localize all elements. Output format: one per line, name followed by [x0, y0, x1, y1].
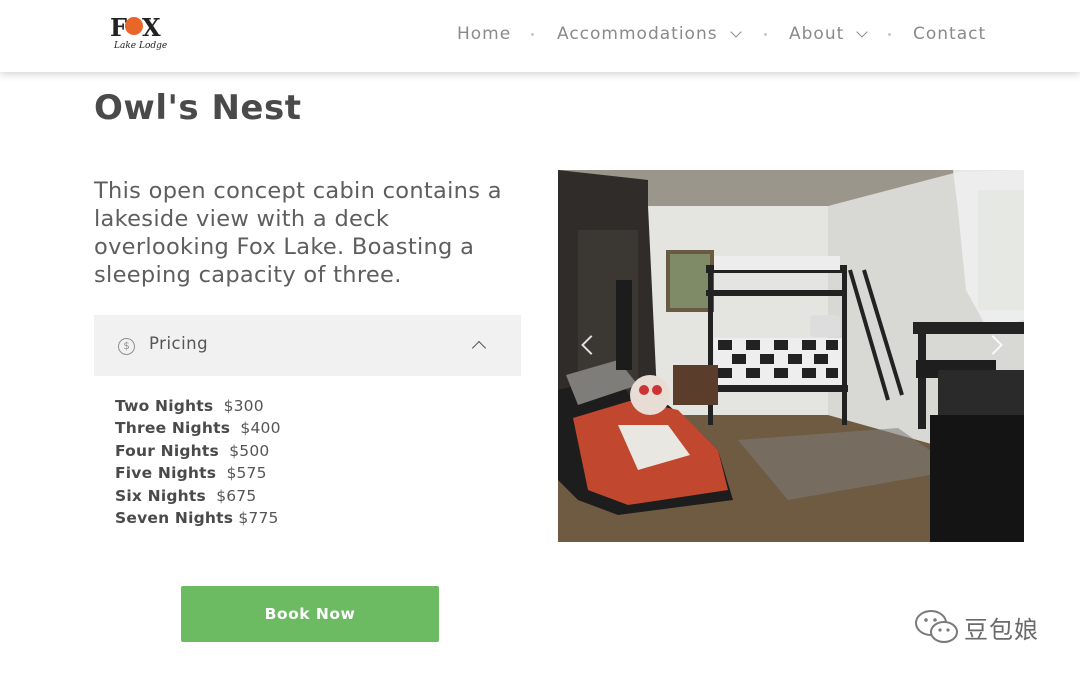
description-line: lakeside view with a deck [94, 206, 390, 232]
price-row: Four Nights $500 [115, 440, 281, 462]
watermark-text: 豆包娘 [964, 615, 1039, 644]
chevron-down-icon [856, 25, 868, 38]
cabin-description: This open concept cabin contains a lakes… [94, 177, 534, 289]
price-nights: Two Nights [115, 397, 214, 415]
nav-about-label: About [789, 24, 845, 44]
price-nights: Five Nights [115, 464, 217, 483]
price-row: Five Nights $575 [115, 462, 281, 484]
price-nights: Four Nights [115, 441, 219, 460]
cabin-photo-carousel[interactable] [558, 170, 1024, 542]
price-row: Six Nights $675 [115, 485, 281, 507]
price-nights: Three Nights [115, 419, 231, 438]
nav-home[interactable]: Home [457, 24, 511, 44]
price-amount: $675 [216, 486, 257, 505]
chevron-up-icon [471, 340, 487, 356]
description-line: This open concept cabin contains a [94, 178, 502, 204]
book-now-button[interactable]: Book Now [181, 586, 439, 642]
pricing-label: Pricing [149, 334, 209, 353]
description-line: sleeping capacity of three. [94, 262, 402, 288]
nav-accommodations-label: Accommodations [557, 24, 718, 44]
price-nights: Seven Nights [115, 509, 234, 528]
nav-separator [531, 33, 534, 36]
fox-lake-lodge-logo[interactable]: FX Lake Lodge [108, 14, 170, 56]
wechat-icon [914, 608, 960, 646]
site-header: FX Lake Lodge Home Accommodations About … [0, 0, 1080, 72]
description-line: overlooking Fox Lake. Boasting a [94, 234, 475, 260]
price-amount: $500 [229, 441, 270, 460]
nav-about-wrap: About [789, 22, 868, 46]
logo-wordmark: FX [110, 13, 161, 42]
nav-accommodations-wrap: Accommodations [557, 22, 742, 46]
price-amount: $775 [238, 509, 279, 528]
nav-separator [764, 33, 767, 36]
nav-accommodations[interactable]: Accommodations [557, 24, 742, 44]
price-row: Two Nights $300 [115, 395, 281, 417]
nav-contact[interactable]: Contact [913, 24, 986, 44]
nav-separator [888, 33, 891, 36]
price-amount: $575 [226, 464, 267, 483]
watermark: 豆包娘 [914, 608, 1039, 646]
price-amount: $400 [240, 419, 281, 438]
pricing-list: Two Nights $300 Three Nights $400 Four N… [115, 395, 281, 529]
nav-contact-wrap: Contact [913, 22, 986, 46]
page-title: Owl's Nest [94, 88, 302, 128]
price-amount: $300 [223, 397, 264, 415]
pricing-accordion-header[interactable]: $ Pricing [94, 315, 521, 376]
price-row: Three Nights $400 [115, 417, 281, 439]
main-nav: Home [457, 22, 511, 46]
logo-tagline: Lake Lodge [114, 41, 168, 51]
price-row: Seven Nights $775 [115, 507, 281, 529]
dollar-circle-icon: $ [118, 338, 135, 355]
chevron-down-icon [729, 25, 742, 38]
cabin-interior-photo [558, 170, 1024, 542]
price-nights: Six Nights [115, 486, 206, 505]
nav-about[interactable]: About [789, 24, 868, 44]
